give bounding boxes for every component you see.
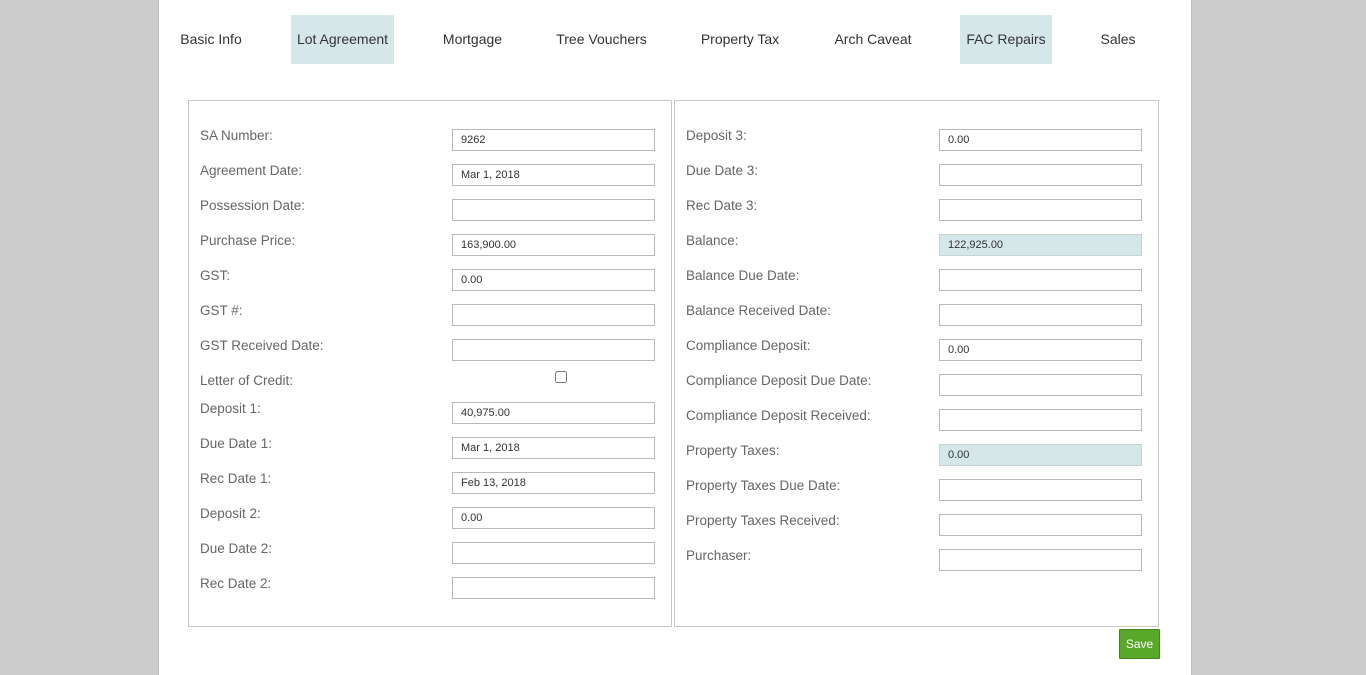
gst-label: GST: bbox=[200, 268, 231, 283]
compliance-deposit-input[interactable] bbox=[939, 339, 1142, 361]
sa-number-input[interactable] bbox=[452, 129, 655, 151]
due-date-2-label: Due Date 2: bbox=[200, 541, 273, 556]
field-row-purchase-price: Purchase Price: bbox=[189, 232, 671, 256]
field-row-balance-received-date: Balance Received Date: bbox=[675, 302, 1158, 326]
property-taxes-due-date-input[interactable] bbox=[939, 479, 1142, 501]
due-date-3-label: Due Date 3: bbox=[686, 163, 759, 178]
possession-date-input[interactable] bbox=[452, 199, 655, 221]
field-row-rec-date-3: Rec Date 3: bbox=[675, 197, 1158, 221]
field-row-purchaser: Purchaser: bbox=[675, 547, 1158, 571]
field-row-balance-due-date: Balance Due Date: bbox=[675, 267, 1158, 291]
field-row-balance: Balance: bbox=[675, 232, 1158, 256]
sa-number-label: SA Number: bbox=[200, 128, 273, 143]
tab-tree-vouchers[interactable]: Tree Vouchers bbox=[551, 15, 652, 64]
rec-date-2-label: Rec Date 2: bbox=[200, 576, 272, 591]
compliance-deposit-received-label: Compliance Deposit Received: bbox=[686, 408, 871, 423]
deposit-3-input[interactable] bbox=[939, 129, 1142, 151]
compliance-deposit-due-date-label: Compliance Deposit Due Date: bbox=[686, 373, 872, 388]
deposit-3-label: Deposit 3: bbox=[686, 128, 747, 143]
rec-date-2-input[interactable] bbox=[452, 577, 655, 599]
balance-label: Balance: bbox=[686, 233, 739, 248]
deposit-1-input[interactable] bbox=[452, 402, 655, 424]
property-taxes-received-input[interactable] bbox=[939, 514, 1142, 536]
purchase-price-input[interactable] bbox=[452, 234, 655, 256]
compliance-deposit-due-date-input[interactable] bbox=[939, 374, 1142, 396]
field-row-possession-date: Possession Date: bbox=[189, 197, 671, 221]
field-row-due-date-1: Due Date 1: bbox=[189, 435, 671, 459]
field-row-gst: GST: bbox=[189, 267, 671, 291]
tab-sales[interactable]: Sales bbox=[1092, 15, 1144, 64]
field-row-deposit-3: Deposit 3: bbox=[675, 127, 1158, 151]
property-taxes-due-date-label: Property Taxes Due Date: bbox=[686, 478, 841, 493]
field-row-letter-of-credit: Letter of Credit: bbox=[189, 371, 671, 394]
agreement-date-label: Agreement Date: bbox=[200, 163, 303, 178]
field-row-property-taxes-received: Property Taxes Received: bbox=[675, 512, 1158, 536]
tab-basic-info[interactable]: Basic Info bbox=[171, 15, 251, 64]
compliance-deposit-received-input[interactable] bbox=[939, 409, 1142, 431]
rec-date-1-label: Rec Date 1: bbox=[200, 471, 272, 486]
purchase-price-label: Purchase Price: bbox=[200, 233, 296, 248]
balance-received-date-label: Balance Received Date: bbox=[686, 303, 831, 318]
agreement-date-input[interactable] bbox=[452, 164, 655, 186]
rec-date-3-label: Rec Date 3: bbox=[686, 198, 758, 213]
tab-lot-agreement[interactable]: Lot Agreement bbox=[291, 15, 394, 64]
save-button[interactable]: Save bbox=[1119, 629, 1160, 659]
field-row-compliance-deposit-received: Compliance Deposit Received: bbox=[675, 407, 1158, 431]
balance-due-date-label: Balance Due Date: bbox=[686, 268, 800, 283]
purchaser-label: Purchaser: bbox=[686, 548, 752, 563]
field-row-due-date-3: Due Date 3: bbox=[675, 162, 1158, 186]
field-row-rec-date-2: Rec Date 2: bbox=[189, 575, 671, 599]
property-taxes-input bbox=[939, 444, 1142, 466]
balance-received-date-input[interactable] bbox=[939, 304, 1142, 326]
field-row-deposit-1: Deposit 1: bbox=[189, 400, 671, 424]
gst-received-date-label: GST Received Date: bbox=[200, 338, 324, 353]
deposit-1-label: Deposit 1: bbox=[200, 401, 261, 416]
field-row-agreement-date: Agreement Date: bbox=[189, 162, 671, 186]
tab-arch-caveat[interactable]: Arch Caveat bbox=[828, 15, 918, 64]
due-date-2-input[interactable] bbox=[452, 542, 655, 564]
lot-detail-page: Basic Info Lot Agreement Mortgage Tree V… bbox=[158, 0, 1192, 675]
rec-date-3-input[interactable] bbox=[939, 199, 1142, 221]
tab-mortgage[interactable]: Mortgage bbox=[434, 15, 511, 64]
agreement-panel-left: SA Number: Agreement Date: Possession Da… bbox=[188, 100, 672, 627]
balance-due-date-input[interactable] bbox=[939, 269, 1142, 291]
compliance-deposit-label: Compliance Deposit: bbox=[686, 338, 811, 353]
balance-input bbox=[939, 234, 1142, 256]
field-row-gst-number: GST #: bbox=[189, 302, 671, 326]
gst-number-label: GST #: bbox=[200, 303, 243, 318]
field-row-rec-date-1: Rec Date 1: bbox=[189, 470, 671, 494]
field-row-deposit-2: Deposit 2: bbox=[189, 505, 671, 529]
field-row-sa-number: SA Number: bbox=[189, 127, 671, 151]
gst-received-date-input[interactable] bbox=[452, 339, 655, 361]
tab-property-tax[interactable]: Property Tax bbox=[692, 15, 788, 64]
possession-date-label: Possession Date: bbox=[200, 198, 306, 213]
property-taxes-received-label: Property Taxes Received: bbox=[686, 513, 840, 528]
gst-number-input[interactable] bbox=[452, 304, 655, 326]
due-date-1-label: Due Date 1: bbox=[200, 436, 273, 451]
gst-input[interactable] bbox=[452, 269, 655, 291]
field-row-property-taxes: Property Taxes: bbox=[675, 442, 1158, 466]
due-date-1-input[interactable] bbox=[452, 437, 655, 459]
field-row-compliance-deposit: Compliance Deposit: bbox=[675, 337, 1158, 361]
letter-of-credit-label: Letter of Credit: bbox=[200, 373, 294, 388]
tab-bar: Basic Info Lot Agreement Mortgage Tree V… bbox=[159, 15, 1191, 64]
deposit-2-input[interactable] bbox=[452, 507, 655, 529]
field-row-gst-received-date: GST Received Date: bbox=[189, 337, 671, 361]
field-row-due-date-2: Due Date 2: bbox=[189, 540, 671, 564]
rec-date-1-input[interactable] bbox=[452, 472, 655, 494]
field-row-compliance-deposit-due-date: Compliance Deposit Due Date: bbox=[675, 372, 1158, 396]
tab-fac-repairs[interactable]: FAC Repairs bbox=[960, 15, 1052, 64]
deposit-2-label: Deposit 2: bbox=[200, 506, 261, 521]
agreement-panel-right: Deposit 3: Due Date 3: Rec Date 3: Balan… bbox=[674, 100, 1159, 627]
letter-of-credit-checkbox[interactable] bbox=[555, 371, 567, 383]
property-taxes-label: Property Taxes: bbox=[686, 443, 780, 458]
purchaser-input[interactable] bbox=[939, 549, 1142, 571]
due-date-3-input[interactable] bbox=[939, 164, 1142, 186]
field-row-property-taxes-due-date: Property Taxes Due Date: bbox=[675, 477, 1158, 501]
